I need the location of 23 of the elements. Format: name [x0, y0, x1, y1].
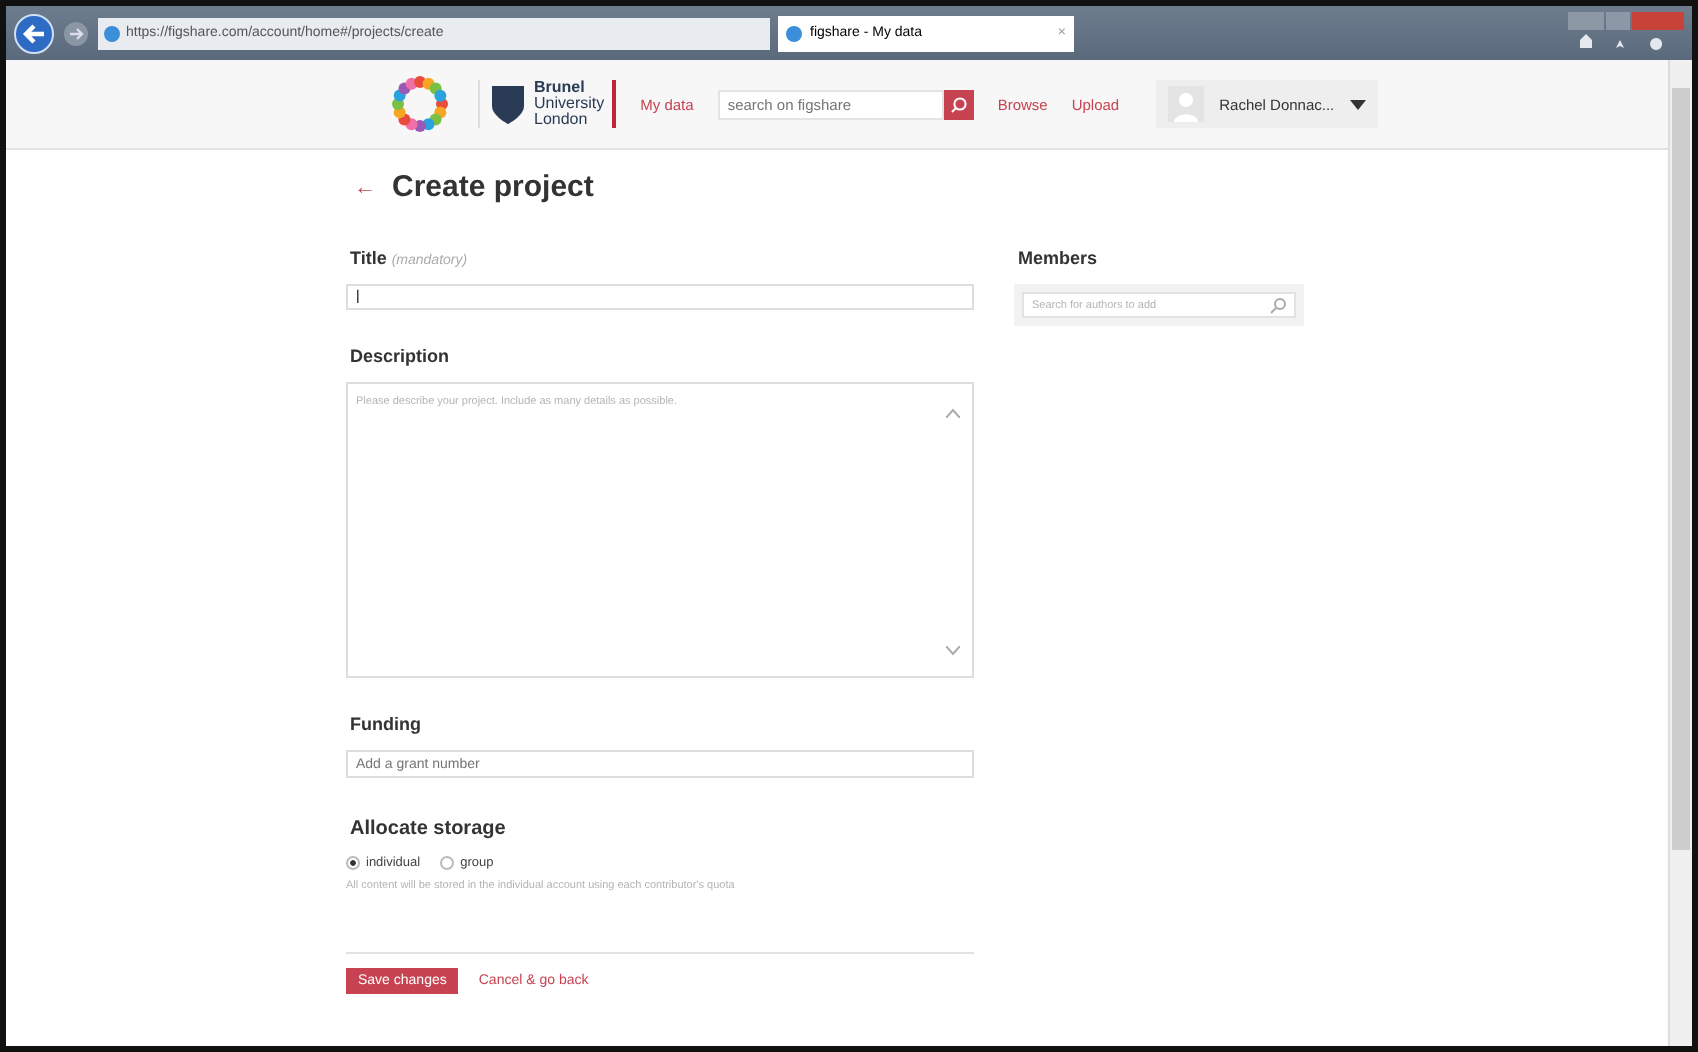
logo-text: University: [534, 96, 605, 112]
back-link[interactable]: ←: [354, 175, 376, 199]
back-arrow-icon: [20, 19, 48, 47]
field-label: Funding: [350, 714, 423, 734]
window-controls-icon[interactable]: [1568, 11, 1684, 55]
logo-text: Brunel: [534, 80, 587, 96]
university-logo[interactable]: Brunel University London: [478, 80, 617, 128]
field-label: Description: [350, 346, 452, 366]
scroll-up-icon[interactable]: [946, 408, 960, 418]
search-button[interactable]: [943, 89, 974, 119]
logo-text: London: [534, 112, 588, 128]
section-heading: Allocate storage: [350, 818, 508, 840]
crest-icon: [488, 82, 528, 126]
back-button[interactable]: [14, 13, 54, 53]
search-icon: [1270, 297, 1286, 313]
forward-icon[interactable]: [62, 19, 90, 47]
search-icon: [949, 95, 968, 113]
page-title: Create project: [392, 170, 594, 204]
scrollbar[interactable]: [1668, 60, 1692, 1046]
avatar-icon: [1167, 86, 1204, 122]
caret-icon: [1350, 99, 1367, 109]
field-label: Members: [1018, 248, 1100, 268]
scroll-down-icon[interactable]: [946, 646, 960, 656]
